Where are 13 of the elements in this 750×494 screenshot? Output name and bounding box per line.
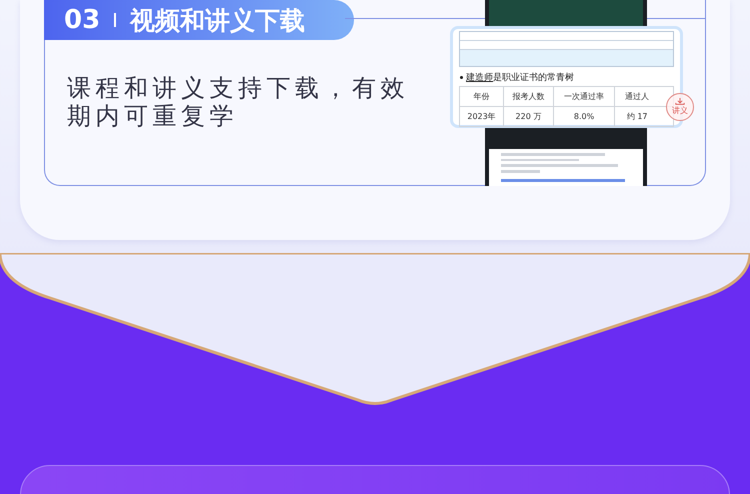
section-number: 03 xyxy=(64,5,100,35)
feature-description: 课程和讲义支持下载，有效期内可重复学 xyxy=(67,74,410,130)
section-title: 视频和讲义下载 xyxy=(130,4,306,36)
table-cell: 2023年 xyxy=(460,106,504,126)
table-header-cell: 年份 xyxy=(460,86,504,106)
table-cell: 220 万 xyxy=(504,106,554,126)
download-icon xyxy=(675,98,685,105)
bullet-icon xyxy=(460,76,463,80)
stamp-label: 讲义 xyxy=(672,105,688,116)
table-header-cell: 报考人数 xyxy=(504,86,554,106)
handout-heading: 建造师是职业证书的常青树 xyxy=(459,71,674,84)
table-cell: 8.0% xyxy=(553,106,615,126)
table-header-cell: 一次通过率 xyxy=(553,86,615,106)
